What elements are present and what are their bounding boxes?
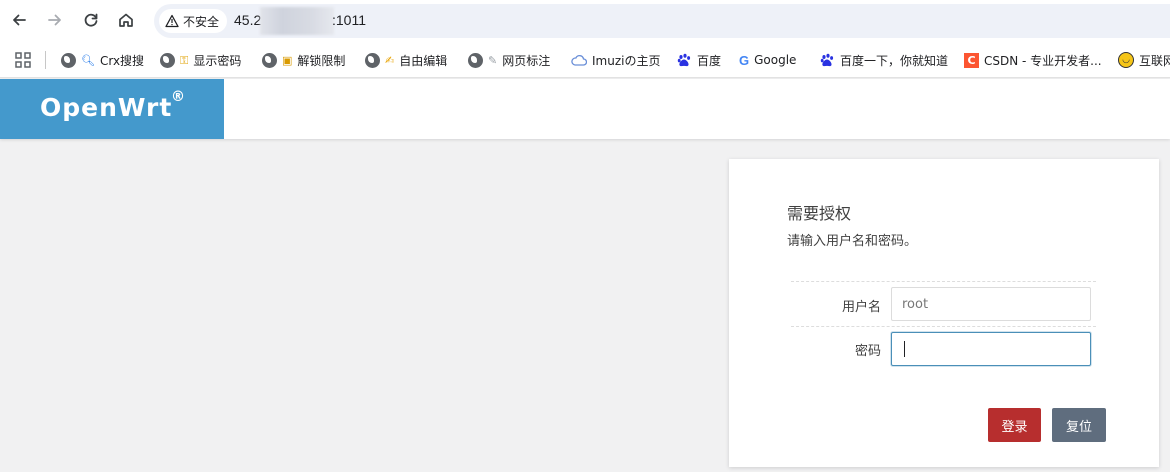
bookmarks-separator (45, 51, 46, 69)
globe-icon (365, 52, 380, 68)
baidu-paw-icon (677, 53, 691, 66)
cloud-icon (571, 54, 587, 66)
bookmark-imuzi[interactable]: Imuziの主页 (571, 50, 660, 70)
bookmark-google[interactable]: G Google (739, 50, 796, 70)
username-input[interactable] (891, 287, 1091, 321)
globe-icon (262, 52, 277, 68)
bookmark-label: 解锁限制 (297, 53, 346, 68)
login-description: 请输入用户名和密码。 (787, 234, 918, 249)
key-icon: ⚿ (180, 53, 189, 67)
bookmark-internet[interactable]: ◡ 互联网 (1118, 50, 1170, 70)
back-button[interactable] (8, 9, 30, 31)
bookmark-crx[interactable]: 🔍︎ Crx搜搜 (61, 50, 144, 70)
url-prefix: 45.2 (234, 12, 262, 28)
browser-toolbar: 不安全 45.2 :1011 (0, 0, 1170, 42)
username-label: 用户名 (841, 300, 881, 315)
baidu-paw-icon (820, 53, 834, 66)
globe-icon (468, 52, 483, 68)
lock-icon: ▣ (282, 53, 293, 67)
hand-icon: ✍︎ (385, 53, 395, 67)
globe-icon (61, 52, 76, 68)
reset-button[interactable]: 复位 (1052, 408, 1106, 442)
csdn-icon: C (964, 52, 979, 68)
bookmark-label: 网页标注 (502, 53, 551, 68)
bookmark-csdn[interactable]: C CSDN - 专业开发者... (964, 50, 1102, 70)
bookmark-label: CSDN - 专业开发者... (984, 53, 1102, 68)
bookmark-label: 互联网 (1139, 53, 1170, 68)
text-caret (904, 341, 905, 357)
brand-block[interactable]: OpenWrt ® (0, 79, 224, 139)
magnifier-icon: 🔍︎ (81, 53, 95, 67)
globe-icon (160, 52, 175, 68)
login-card: 需要授权 请输入用户名和密码。 用户名 密码 登录 复位 (729, 159, 1159, 467)
openwrt-header: OpenWrt ® (0, 79, 1170, 139)
pencil-icon: ✎ (488, 53, 498, 67)
form-divider (791, 326, 1096, 327)
google-icon: G (739, 52, 750, 68)
bookmark-web-annotate[interactable]: ✎ 网页标注 (468, 50, 550, 70)
bookmark-label: Google (754, 53, 797, 67)
brand-logo-text: OpenWrt (40, 93, 173, 122)
forward-button[interactable] (44, 9, 66, 31)
smiley-icon: ◡ (1118, 52, 1134, 68)
security-label: 不安全 (183, 14, 220, 29)
arrow-right-icon (48, 14, 61, 26)
reload-button[interactable] (80, 9, 102, 31)
home-icon (119, 13, 133, 27)
url-redaction (260, 7, 334, 35)
password-label: 密码 (854, 344, 881, 359)
warning-triangle-icon (165, 14, 179, 28)
bookmark-baidu-search[interactable]: 百度一下，你就知道 (820, 50, 948, 70)
bookmark-label: Crx搜搜 (99, 53, 145, 68)
bookmark-unlock-limits[interactable]: ▣ 解锁限制 (262, 50, 345, 70)
bookmark-baidu[interactable]: 百度 (677, 50, 721, 70)
bookmark-show-password[interactable]: ⚿ 显示密码 (160, 50, 241, 70)
bookmark-label: 百度 (697, 53, 722, 68)
login-title: 需要授权 (787, 204, 852, 223)
address-bar[interactable]: 不安全 45.2 :1011 (154, 4, 1170, 38)
form-divider (791, 281, 1096, 282)
bookmark-free-edit[interactable]: ✍︎ 自由编辑 (365, 50, 447, 70)
reload-icon (84, 13, 98, 27)
apps-grid-icon[interactable] (14, 51, 32, 69)
home-button[interactable] (115, 9, 137, 31)
bookmark-label: Imuziの主页 (592, 53, 661, 68)
bookmarks-bar: 🔍︎ Crx搜搜 ⚿ 显示密码 ▣ 解锁限制 ✍︎ 自由编辑 ✎ 网页标注 Im… (0, 42, 1170, 78)
bookmark-label: 自由编辑 (399, 53, 448, 68)
security-chip[interactable]: 不安全 (159, 9, 228, 33)
url-suffix: :1011 (332, 12, 366, 28)
bookmark-label: 百度一下，你就知道 (840, 53, 949, 68)
password-input[interactable] (891, 332, 1091, 366)
arrow-left-icon (13, 14, 26, 26)
login-button[interactable]: 登录 (988, 408, 1041, 442)
bookmark-label: 显示密码 (193, 53, 242, 68)
registered-mark: ® (171, 89, 185, 105)
